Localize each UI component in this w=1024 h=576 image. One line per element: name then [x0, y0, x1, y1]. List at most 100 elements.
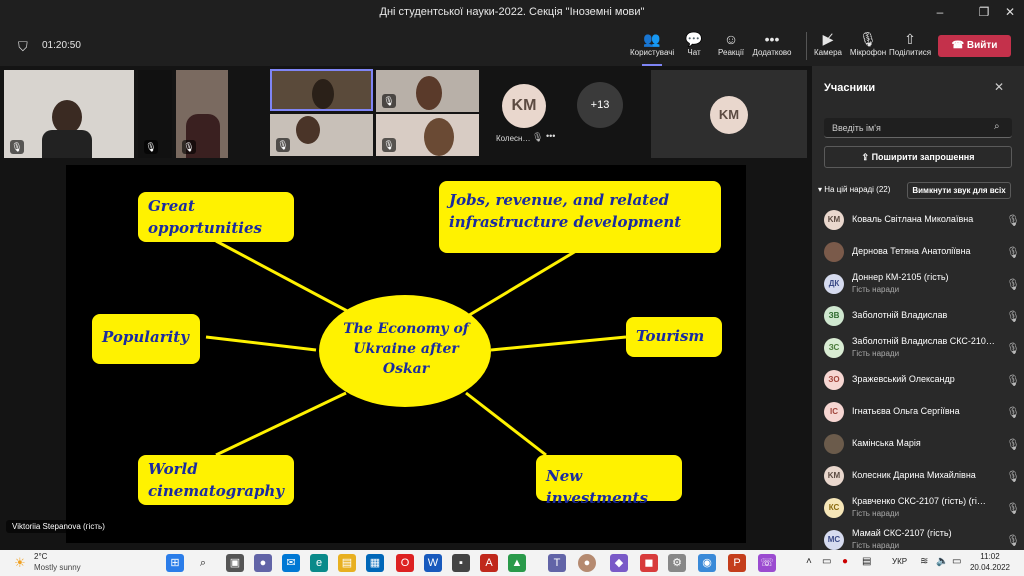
network-icon[interactable]: ▭ [822, 556, 831, 567]
mic-off-icon[interactable]: 🎙 [1006, 342, 1020, 355]
teams-icon[interactable]: T [548, 554, 566, 572]
task-view-icon[interactable]: ▣ [226, 554, 244, 572]
app-icon[interactable]: ▲ [508, 554, 526, 572]
language-indicator[interactable]: УКР [892, 557, 907, 566]
app-icon[interactable]: ◉ [698, 554, 716, 572]
battery-icon[interactable]: ▭ [952, 556, 961, 567]
connector-line [215, 239, 352, 315]
participant-row[interactable]: КС Кравченко СКС-2107 (гість) (гі… Гість н… [824, 494, 1020, 522]
chat-label: Чат [687, 48, 701, 57]
app-tray-icon[interactable]: ● [842, 556, 848, 567]
section-toggle[interactable]: ▾ На цій нараді (22) [818, 185, 890, 194]
word-icon[interactable]: W [424, 554, 442, 572]
video-tile[interactable]: 🎙 [376, 70, 479, 112]
participant-name: Камінська Марія [852, 438, 921, 448]
tray-icon[interactable]: ▤ [862, 556, 871, 567]
mic-off-icon[interactable]: 🎙 [1006, 310, 1020, 323]
more-button[interactable]: ••• Додатково [752, 30, 792, 57]
temperature: 2°C [34, 552, 48, 561]
meeting-toolbar: ⛉ 01:20:50 👥 Користувачі 💬 Чат ☺ Реакції… [0, 26, 1024, 66]
share-invite-button[interactable]: ⇪ Поширити запрошення [824, 146, 1012, 168]
chevron-up-icon[interactable]: ˄ [806, 556, 812, 567]
more-label: Додатково [752, 48, 792, 57]
leave-button[interactable]: ☎ Вийти [938, 35, 1011, 57]
participant-row[interactable]: ЗС Заболотній Владислав СКС-210… Гість нар… [824, 334, 1020, 362]
camera-button[interactable]: ▶̸ Камера [812, 30, 844, 57]
mic-off-icon[interactable]: 🎙 [1006, 406, 1020, 419]
mic-off-icon: 🎙 [10, 140, 24, 154]
volume-icon[interactable]: 🔈 [936, 556, 948, 567]
video-tile[interactable]: 🎙 [138, 70, 172, 158]
store-icon[interactable]: ▦ [366, 554, 384, 572]
connector-line [465, 249, 577, 319]
great-opportunities-box: Great opportunities [138, 192, 294, 242]
video-tile[interactable]: 🎙 [4, 70, 134, 158]
settings-icon[interactable]: ⚙ [668, 554, 686, 572]
search-icon[interactable]: ⌕ [194, 554, 212, 572]
edge-icon[interactable]: e [310, 554, 328, 572]
close-window-icon[interactable]: ✕ [1002, 4, 1018, 20]
mic-button[interactable]: 🎙 Мікрофон [848, 30, 888, 57]
maximize-icon[interactable]: ❐ [976, 4, 992, 20]
search-input[interactable]: Введіть ім'я ⌕ [824, 118, 1012, 138]
teams-chat-icon[interactable]: ● [254, 554, 272, 572]
avatar: КС [824, 498, 844, 518]
app-icon[interactable]: ◆ [610, 554, 628, 572]
mail-icon[interactable]: ✉ [282, 554, 300, 572]
clock-date[interactable]: 20.04.2022 [964, 563, 1016, 572]
mic-off-icon: 🎙 [382, 94, 396, 108]
reactions-button[interactable]: ☺ Реакції [716, 30, 746, 57]
file-explorer-icon[interactable]: ▤ [338, 554, 356, 572]
clock-time[interactable]: 11:02 [970, 552, 1010, 561]
powerpoint-icon[interactable]: P [728, 554, 746, 572]
video-tile-active[interactable] [270, 69, 373, 111]
video-tile[interactable]: 🎙 [270, 114, 373, 156]
self-video-tile[interactable]: KM [651, 70, 807, 158]
mic-off-icon: 🎙 [182, 140, 196, 154]
windows-start-icon[interactable]: ⊞ [166, 554, 184, 572]
person-silhouette [312, 79, 334, 109]
participant-row[interactable]: KM Коваль Світлана Миколаївна 🎙 [824, 206, 1020, 234]
share-label: Поділитися [888, 48, 932, 57]
mic-off-icon[interactable]: 🎙 [1006, 374, 1020, 387]
overflow-count-badge[interactable]: +13 [577, 82, 623, 128]
opera-icon[interactable]: O [396, 554, 414, 572]
world-cinematography-box: World cinematography [138, 455, 294, 505]
mic-off-icon[interactable]: 🎙 [1006, 214, 1020, 227]
video-tile[interactable]: 🎙 [376, 114, 479, 156]
app-icon[interactable]: ◼ [640, 554, 658, 572]
mic-off-icon[interactable]: 🎙 [1006, 470, 1020, 483]
presenter-name-label: Viktoriia Stepanova (гість) [6, 520, 111, 533]
participant-row[interactable]: KM Колесник Дарина Михайлівна 🎙 [824, 462, 1020, 490]
reactions-label: Реакції [718, 48, 744, 57]
mic-off-icon[interactable]: 🎙 [1006, 534, 1020, 547]
wifi-icon[interactable]: ≋ [920, 556, 928, 567]
mic-off-icon[interactable]: 🎙 [1006, 438, 1020, 451]
minimize-icon[interactable]: – [932, 4, 948, 20]
participant-row[interactable]: Дернова Тетяна Анатоліївна 🎙 [824, 238, 1020, 266]
video-tile[interactable]: 🎙 [176, 70, 228, 158]
share-invite-label: Поширити запрошення [871, 152, 975, 162]
app-icon[interactable]: ▪ [452, 554, 470, 572]
more-options-icon[interactable]: ••• [546, 131, 555, 141]
share-button[interactable]: ⇧ Поділитися [888, 30, 932, 57]
close-panel-icon[interactable]: ✕ [994, 80, 1004, 94]
app-avatar-icon[interactable]: ● [578, 554, 596, 572]
viber-icon[interactable]: ☏ [758, 554, 776, 572]
pdf-icon[interactable]: A [480, 554, 498, 572]
participant-row[interactable]: ЗО Зражевський Олександр 🎙 [824, 366, 1020, 394]
participant-row[interactable]: ЗВ Заболотній Владислав 🎙 [824, 302, 1020, 330]
jobs-revenue-box: Jobs, revenue, and related infrastructur… [439, 181, 721, 253]
participant-row[interactable]: ІС Ігнатьєва Ольга Сергіївна 🎙 [824, 398, 1020, 426]
chat-button[interactable]: 💬 Чат [681, 30, 707, 57]
participant-row[interactable]: Камінська Марія 🎙 [824, 430, 1020, 458]
avatar[interactable]: KM [502, 84, 546, 128]
avatar: ІС [824, 402, 844, 422]
center-topic: The Economy of Ukraine after Oskar [343, 321, 469, 377]
mic-off-icon[interactable]: 🎙 [1006, 278, 1020, 291]
mic-off-icon[interactable]: 🎙 [1006, 502, 1020, 515]
participant-row[interactable]: ДК Доннер КМ-2105 (гість) Гість наради 🎙 [824, 270, 1020, 298]
people-button[interactable]: 👥 Користувачі [630, 30, 674, 66]
mute-all-button[interactable]: Вимкнути звук для всіх [907, 182, 1011, 199]
mic-off-icon[interactable]: 🎙 [1006, 246, 1020, 259]
